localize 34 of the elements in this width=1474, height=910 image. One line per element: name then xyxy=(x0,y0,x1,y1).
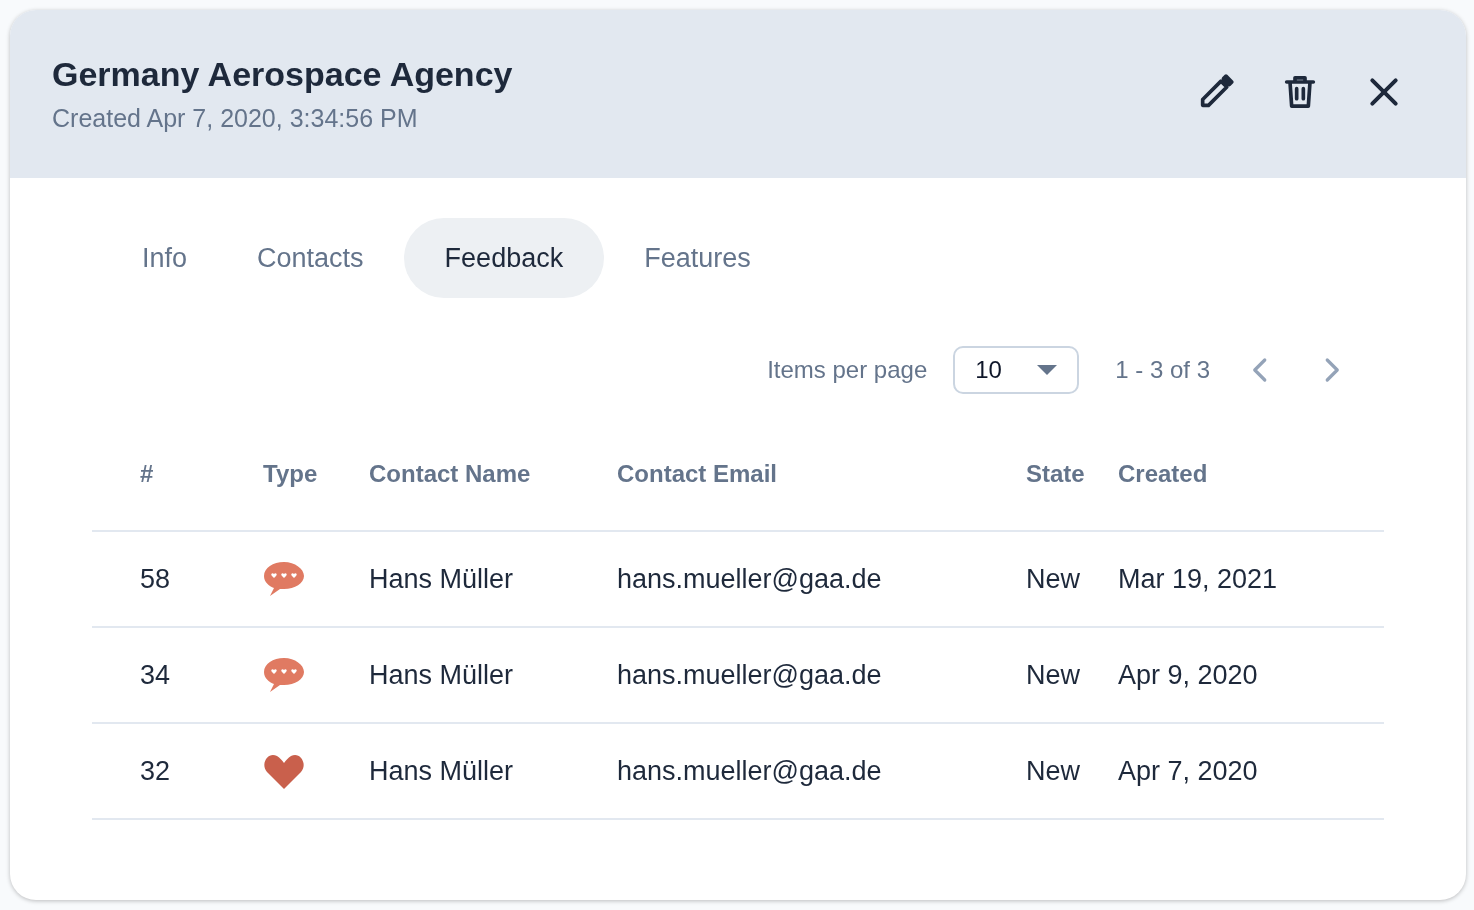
table-cell-text: Hans Müller xyxy=(369,755,515,787)
caret-icon xyxy=(1037,365,1058,375)
page-range: 1 - 3 of 3 xyxy=(1115,356,1210,384)
table-cell-text: Mar 19, 2021 xyxy=(1118,563,1279,595)
table-cell-text: 58 xyxy=(140,563,172,595)
speech-bubble-icon xyxy=(263,560,305,598)
speech-bubble-icon xyxy=(263,656,305,694)
table-cell-text: hans.mueller@gaa.de xyxy=(617,563,883,595)
table-cell-text: Apr 9, 2020 xyxy=(1118,659,1259,691)
column-header: State xyxy=(1026,460,1086,488)
tab[interactable]: Info xyxy=(112,218,218,298)
column-header: Contact Name xyxy=(369,460,532,488)
table-cell-text: 34 xyxy=(140,659,172,691)
column-header: # xyxy=(140,460,155,488)
table-cell-text: Apr 7, 2020 xyxy=(1118,755,1259,787)
heart-icon xyxy=(263,752,305,790)
table-cell-text: hans.mueller@gaa.de xyxy=(617,755,883,787)
tab[interactable]: Feedback xyxy=(403,218,605,298)
table-cell-text: New xyxy=(1026,563,1081,595)
column-header: Contact Email xyxy=(617,460,779,488)
table-cell-text: Hans Müller xyxy=(369,563,515,595)
column-header: Type xyxy=(263,460,319,488)
tab[interactable]: Features xyxy=(614,218,781,298)
table-cell-text: Hans Müller xyxy=(369,659,515,691)
table-cell-text: hans.mueller@gaa.de xyxy=(617,659,883,691)
dialog-title: Germany Aerospace Agency xyxy=(52,55,513,94)
table-cell-text: New xyxy=(1026,659,1081,691)
table-cell-text: New xyxy=(1026,755,1081,787)
tab[interactable]: Contacts xyxy=(227,218,394,298)
created-date: Created Apr 7, 2020, 3:34:56 PM xyxy=(52,104,419,133)
items-per-page-label: Items per page xyxy=(767,356,928,384)
table-cell-text: 32 xyxy=(140,755,172,787)
column-header: Created xyxy=(1118,460,1209,488)
page-size-select[interactable]: 10 xyxy=(953,346,1080,394)
